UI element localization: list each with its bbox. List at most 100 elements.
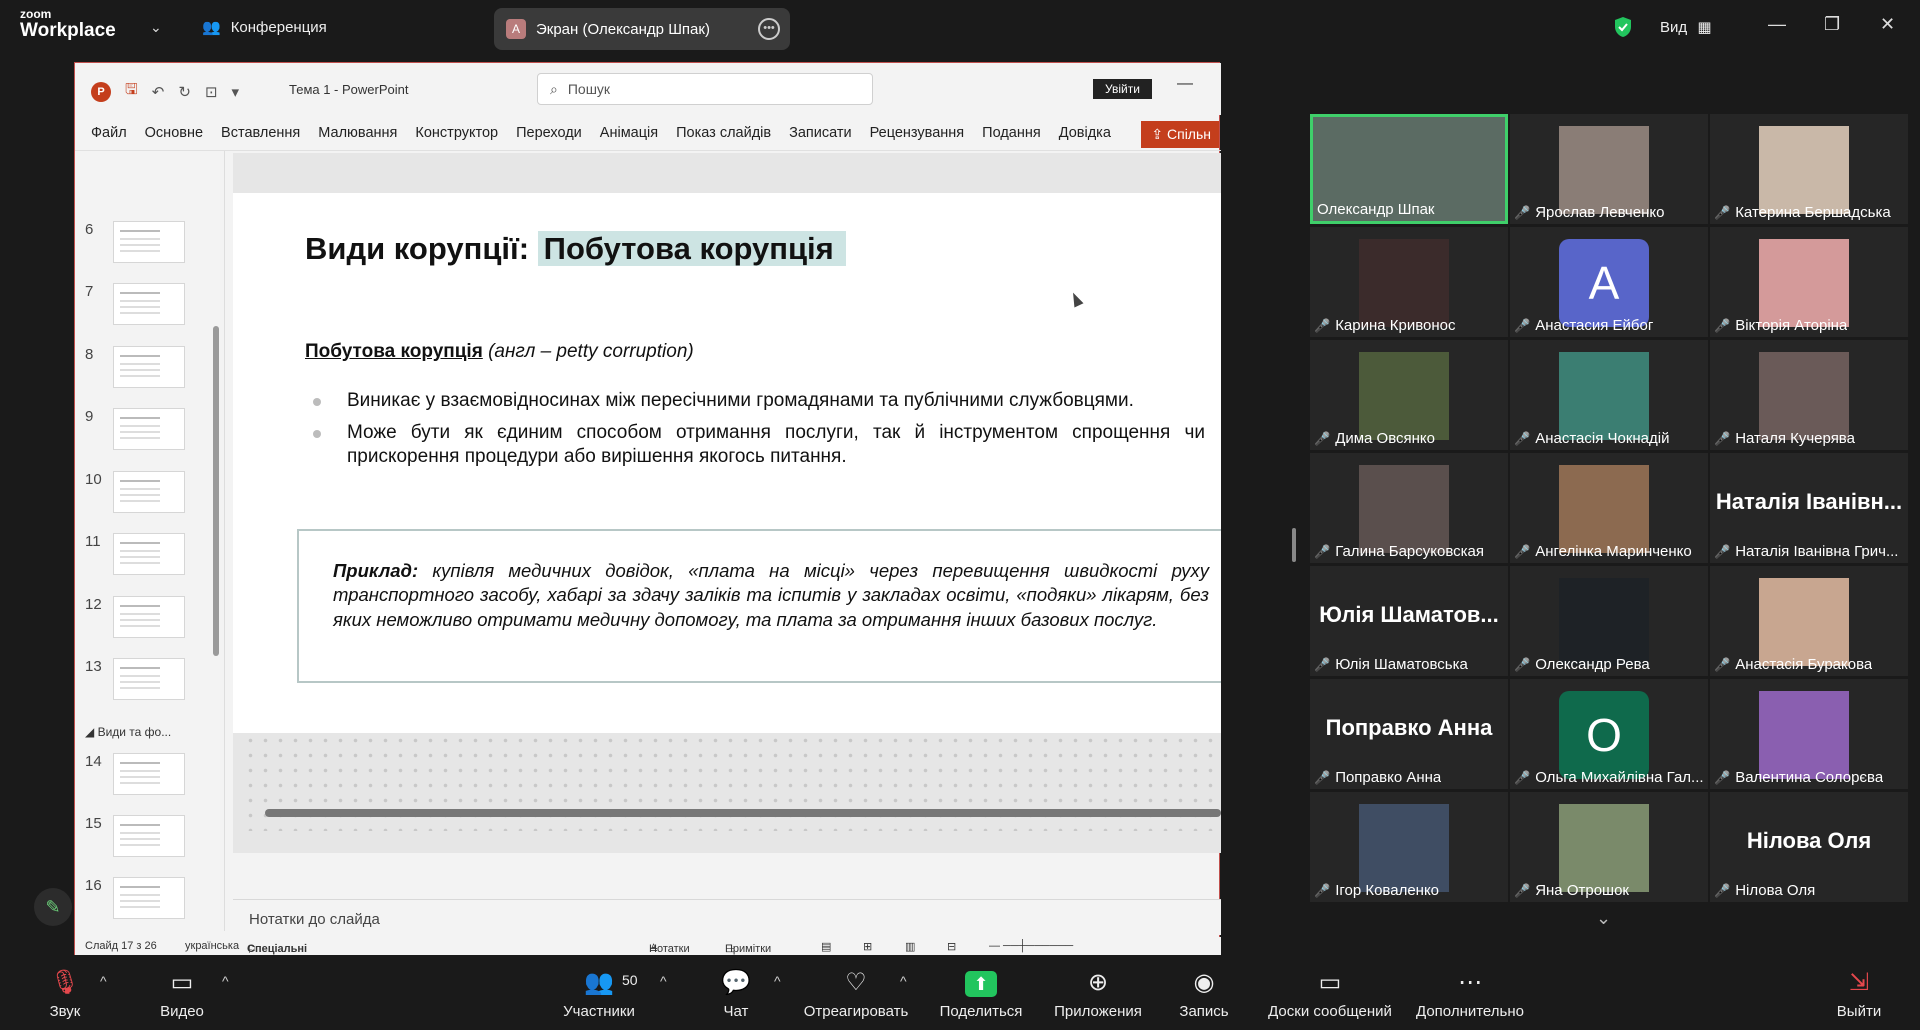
tab-file[interactable]: Файл bbox=[91, 125, 127, 141]
slide-thumbnail[interactable]: 15 bbox=[75, 813, 225, 863]
participant-tile[interactable]: 🎤 Галина Барсуковская bbox=[1310, 453, 1508, 563]
participant-tile[interactable]: Поправко Анна 🎤 Поправко Анна bbox=[1310, 679, 1508, 789]
participant-tile[interactable]: 🎤 Ангелінка Маринченко bbox=[1510, 453, 1708, 563]
participant-tile[interactable]: 🎤 Ярослав Левченко bbox=[1510, 114, 1708, 224]
reading-view-icon[interactable]: ▥ bbox=[905, 940, 915, 953]
participant-tile[interactable]: 🎤 Катерина Бершадська bbox=[1710, 114, 1908, 224]
participant-tile[interactable]: Наталія Іванівн... 🎤 Наталія Іванівна Грич… bbox=[1710, 453, 1908, 563]
ppt-search-input[interactable]: ⌕ Пошук bbox=[537, 73, 873, 105]
share-up-arrow-icon: ⬆ bbox=[965, 971, 997, 997]
security-shield-icon[interactable] bbox=[1613, 16, 1633, 38]
presenter-icon[interactable]: ⊟ bbox=[947, 940, 956, 953]
slide-thumbnail[interactable]: 16 bbox=[75, 875, 225, 925]
tab-review[interactable]: Рецензування bbox=[870, 125, 965, 141]
bullet-item: Виникає у взаємовідносинах між пересічни… bbox=[305, 389, 1205, 413]
slide-thumbnail[interactable]: 11 bbox=[75, 531, 225, 581]
leave-button[interactable]: ⇲ Выйти bbox=[1834, 965, 1884, 1020]
audio-button[interactable]: 🎙 Звук bbox=[42, 965, 88, 1020]
tab-home[interactable]: Основне bbox=[145, 125, 203, 141]
record-button[interactable]: ◉ Запись bbox=[1174, 965, 1234, 1020]
tab-design[interactable]: Конструктор bbox=[415, 125, 498, 141]
slide-thumbnail[interactable]: 13 bbox=[75, 656, 225, 706]
participant-name: Ярослав Левченко bbox=[1535, 204, 1665, 221]
participant-tile[interactable]: 🎤 Наталя Кучерява bbox=[1710, 340, 1908, 450]
customize-qat-icon[interactable]: ▾ bbox=[232, 83, 240, 101]
slide-thumbnail[interactable]: 14 bbox=[75, 751, 225, 801]
chevron-down-icon[interactable]: ⌄ bbox=[150, 19, 162, 36]
video-options-caret-icon[interactable]: ^ bbox=[222, 973, 229, 989]
chat-caret-icon[interactable]: ^ bbox=[774, 973, 781, 989]
share-screen-button[interactable]: ⬆ Поделиться bbox=[934, 965, 1028, 1020]
audio-options-caret-icon[interactable]: ^ bbox=[100, 973, 107, 989]
participant-tile[interactable]: 🎤 Анастасія Буракова bbox=[1710, 566, 1908, 676]
slide-thumbnail[interactable]: 7 bbox=[75, 281, 225, 331]
participant-tile[interactable]: Нілова Оля 🎤 Нілова Оля bbox=[1710, 792, 1908, 902]
tab-record[interactable]: Записати bbox=[789, 125, 852, 141]
participant-name-label: 🎤 Наталя Кучерява bbox=[1714, 430, 1855, 447]
slide-thumbnail[interactable]: 10 bbox=[75, 469, 225, 519]
participant-tile[interactable]: 🎤 Олександр Рева bbox=[1510, 566, 1708, 676]
slide-thumbnail[interactable]: 8 bbox=[75, 344, 225, 394]
participant-tile[interactable]: Олександр Шпак bbox=[1310, 114, 1508, 224]
react-button[interactable]: ♡ Отреагировать bbox=[800, 965, 912, 1020]
more-button[interactable]: ⋯ Дополнительно bbox=[1412, 965, 1528, 1020]
horizontal-scrollbar[interactable] bbox=[233, 805, 1221, 819]
chevron-down-icon[interactable]: ⌄ bbox=[1596, 908, 1611, 929]
slide-thumbnail[interactable]: 6 bbox=[75, 219, 225, 269]
participant-tile[interactable]: 🎤 Карина Кривонос bbox=[1310, 227, 1508, 337]
whiteboards-button[interactable]: ▭ Доски сообщений bbox=[1262, 965, 1398, 1020]
ppt-minimize-icon[interactable]: — bbox=[1177, 75, 1193, 93]
participants-caret-icon[interactable]: ^ bbox=[660, 973, 667, 989]
thumbnails-scrollbar[interactable] bbox=[211, 151, 221, 911]
participant-tile[interactable]: 🎤 Яна Отрошок bbox=[1510, 792, 1708, 902]
participant-tile[interactable]: 🎤 Ігор Коваленко bbox=[1310, 792, 1508, 902]
normal-view-icon[interactable]: ▤ bbox=[821, 940, 831, 953]
slideshow-icon[interactable]: ⊡ bbox=[205, 83, 218, 101]
ppt-share-button[interactable]: ⇪ Спільн bbox=[1141, 121, 1219, 148]
minimize-window-icon[interactable]: — bbox=[1768, 14, 1786, 35]
tab-slideshow[interactable]: Показ слайдів bbox=[676, 125, 771, 141]
redo-icon[interactable]: ↻ bbox=[178, 83, 191, 101]
view-button[interactable]: Вид ▦ bbox=[1660, 18, 1712, 36]
participant-tile[interactable]: 🎤 Валентина Солорєва bbox=[1710, 679, 1908, 789]
tab-transitions[interactable]: Переходи bbox=[516, 125, 582, 141]
sign-in-button[interactable]: Увійти bbox=[1093, 79, 1152, 99]
tab-animations[interactable]: Анімація bbox=[600, 125, 658, 141]
undo-icon[interactable]: ↶ bbox=[152, 83, 165, 101]
save-icon[interactable]: 🖫 bbox=[125, 79, 138, 104]
participant-tile[interactable]: A 🎤 Анастасия Ейбог bbox=[1510, 227, 1708, 337]
slide-sorter-icon[interactable]: ⊞ bbox=[863, 940, 872, 953]
participant-tile[interactable]: 🎤 Анастасія Чокнадій bbox=[1510, 340, 1708, 450]
slide[interactable]: Види корупції: Побутова корупція Побутов… bbox=[233, 193, 1221, 831]
slide-thumbnail[interactable]: 9 bbox=[75, 406, 225, 456]
more-options-icon[interactable]: ••• bbox=[758, 18, 780, 40]
chat-button[interactable]: 💬 Чат bbox=[716, 965, 756, 1020]
video-button[interactable]: ▭ Видео bbox=[154, 965, 210, 1020]
scrollbar-thumb[interactable] bbox=[213, 326, 219, 656]
gallery-resize-handle[interactable] bbox=[1292, 528, 1296, 562]
section-label[interactable]: ◢ Види та фо... bbox=[85, 725, 171, 739]
restore-window-icon[interactable]: ❐ bbox=[1824, 14, 1840, 35]
scrollbar-thumb[interactable] bbox=[265, 809, 1221, 817]
mic-muted-icon: 🎤 bbox=[1514, 317, 1531, 333]
meeting-info[interactable]: 👥 Конференция bbox=[202, 18, 327, 37]
react-caret-icon[interactable]: ^ bbox=[900, 973, 907, 989]
close-window-icon[interactable]: ✕ bbox=[1880, 14, 1895, 35]
tab-insert[interactable]: Вставлення bbox=[221, 125, 300, 141]
participant-tile[interactable]: Юлія Шаматов... 🎤 Юлія Шаматовська bbox=[1310, 566, 1508, 676]
participant-tile[interactable]: 🎤 Дима Овсянко bbox=[1310, 340, 1508, 450]
tab-help[interactable]: Довідка bbox=[1059, 125, 1111, 141]
language-indicator[interactable]: українська bbox=[185, 940, 239, 952]
participant-tile[interactable]: O 🎤 Ольга Михайлівна Гал... bbox=[1510, 679, 1708, 789]
tab-view[interactable]: Подання bbox=[982, 125, 1041, 141]
notes-pane[interactable]: Нотатки до слайда bbox=[233, 899, 1221, 935]
share-icon: ⇪ bbox=[1151, 126, 1167, 142]
zoom-logo[interactable]: zoom Workplace bbox=[20, 8, 116, 40]
apps-button[interactable]: ⊕ Приложения bbox=[1050, 965, 1146, 1020]
participant-tile[interactable]: 🎤 Вікторія Аторіна bbox=[1710, 227, 1908, 337]
zoom-slider[interactable]: — ──┼────── bbox=[989, 940, 1073, 952]
slide-thumbnail[interactable]: 12 bbox=[75, 594, 225, 644]
tab-draw[interactable]: Малювання bbox=[318, 125, 397, 141]
screen-share-indicator[interactable]: A Экран (Олександр Шпак) ••• bbox=[494, 8, 790, 50]
annotate-pen-icon[interactable]: ✎ bbox=[34, 888, 72, 926]
